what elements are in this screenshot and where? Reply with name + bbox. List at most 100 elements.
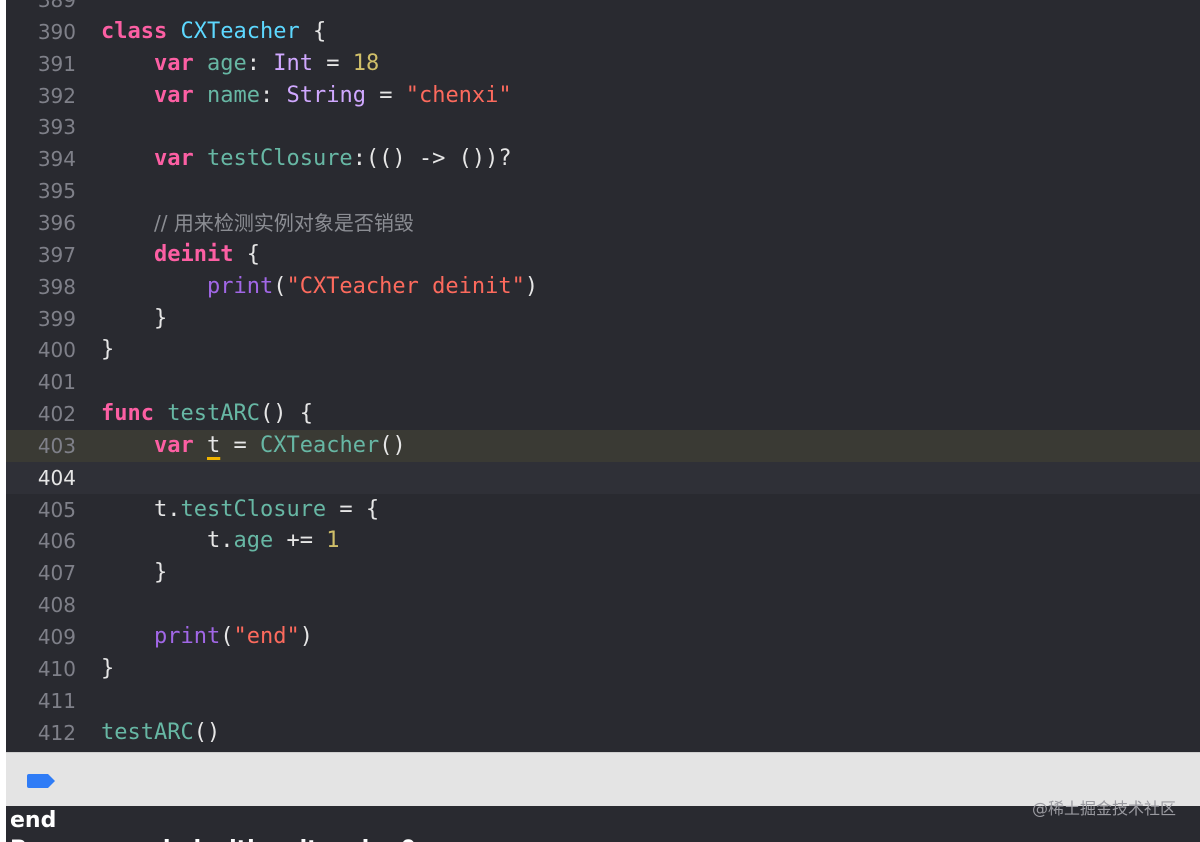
code-token: () (379, 432, 406, 458)
code-token: :(() -> ())? (352, 146, 512, 172)
line-number: 406 (37, 529, 76, 554)
line-number: 412 (37, 720, 76, 745)
code-token: testClosure (206, 146, 353, 172)
code-line[interactable]: 395 (6, 175, 1200, 207)
code-text: } (101, 653, 114, 685)
code-line[interactable]: 394 var testClosure:(() -> ())? (6, 143, 1200, 175)
code-token: var (153, 146, 194, 172)
code-token: Int (273, 50, 313, 76)
code-text: class CXTeacher { (101, 16, 326, 48)
code-token: "chenxi" (405, 82, 512, 108)
line-number: 397 (37, 242, 76, 267)
line-number: 392 (37, 83, 76, 108)
line-number: 403 (37, 433, 76, 458)
code-token: ) (524, 273, 539, 299)
line-number: 393 (37, 115, 76, 140)
code-text: var age: Int = 18 (101, 48, 379, 80)
code-token: ( (273, 273, 287, 299)
line-number: 399 (37, 306, 76, 331)
code-line[interactable]: 412 testARC() (6, 717, 1200, 749)
code-line[interactable]: 411 (6, 685, 1200, 717)
code-token: : (259, 82, 287, 108)
code-token: CXTeacher (259, 432, 380, 458)
watermark: @稀土掘金技术社区 (1031, 799, 1176, 818)
code-line[interactable]: 400} (6, 334, 1200, 366)
code-token: += (273, 528, 327, 554)
code-token: ( (220, 624, 234, 649)
line-number: 407 (37, 561, 76, 586)
code-token: () { (259, 401, 313, 427)
code-token: name (206, 82, 260, 108)
code-text: t.testClosure = { (101, 494, 379, 526)
line-number: 401 (37, 370, 76, 395)
line-number: 396 (37, 210, 76, 235)
line-number: 411 (37, 688, 76, 713)
code-token: class (101, 18, 168, 44)
code-token: // 用来检测实例对象是否销毁 (153, 210, 414, 235)
code-line[interactable]: 389 (6, 0, 1200, 16)
code-token: 18 (352, 50, 380, 76)
code-line[interactable]: 406 t.age += 1 (6, 525, 1200, 557)
code-token: print (206, 273, 274, 299)
line-number: 398 (37, 274, 76, 299)
code-text: // 用来检测实例对象是否销毁 (101, 207, 414, 240)
code-line[interactable]: 390 class CXTeacher { (6, 16, 1200, 48)
code-token: = (365, 82, 406, 108)
code-line[interactable]: 404 (6, 461, 1200, 494)
code-editor[interactable]: 389 390 class CXTeacher {391 var age: Int … (6, 0, 1200, 752)
code-text: func testARC() { (101, 398, 313, 430)
code-text: print("end") (101, 621, 313, 653)
code-token: = (220, 432, 260, 458)
code-token: "CXTeacher deinit" (286, 273, 525, 299)
breakpoint-toggle-icon[interactable] (26, 773, 56, 789)
code-line[interactable]: 399 } (6, 303, 1200, 335)
code-line[interactable]: 402 func testARC() { (6, 398, 1200, 430)
line-number: 400 (37, 338, 76, 363)
code-token: var (153, 82, 194, 108)
line-number: 402 (37, 402, 76, 427)
code-token: age (233, 528, 274, 554)
console-output[interactable]: end Program ended with exit code: 0 (6, 806, 1200, 842)
code-token: 1 (326, 528, 340, 554)
code-line[interactable]: 407 } (6, 557, 1200, 589)
code-line[interactable]: 405 t.testClosure = { (6, 494, 1200, 526)
code-line[interactable]: 398 print("CXTeacher deinit") (6, 271, 1200, 303)
code-token: "end" (233, 624, 300, 649)
code-text: } (101, 303, 167, 335)
code-line[interactable]: 393 (6, 111, 1200, 143)
line-number: 391 (37, 51, 76, 76)
code-token: ) (299, 624, 313, 649)
code-token: testARC (101, 719, 194, 745)
code-line[interactable]: 391 var age: Int = 18 (6, 48, 1200, 80)
code-token: testARC (167, 401, 260, 427)
code-line[interactable]: 392 var name: String = "chenxi" (6, 80, 1200, 112)
code-token: CXTeacher (180, 18, 300, 44)
code-token: t (206, 432, 221, 458)
code-line[interactable]: 408 (6, 589, 1200, 621)
code-token: var (153, 50, 194, 76)
code-line[interactable]: 410} (6, 653, 1200, 685)
code-text: print("CXTeacher deinit") (101, 271, 538, 303)
code-token: t. (101, 528, 234, 554)
code-token: t. (101, 496, 181, 522)
code-token: age (206, 50, 247, 76)
code-line[interactable]: 397 deinit { (6, 239, 1200, 271)
console-line: end (10, 808, 57, 833)
code-line[interactable]: 409 print("end") (6, 621, 1200, 653)
code-token: = { (326, 496, 380, 522)
code-text: testARC() (101, 717, 220, 749)
line-number: 389 (37, 0, 76, 12)
line-number: 409 (37, 625, 76, 649)
code-line[interactable]: 401 (6, 366, 1200, 398)
code-line[interactable]: 403 var t = CXTeacher() (6, 429, 1200, 462)
code-line[interactable]: 396 // 用来检测实例对象是否销毁 (6, 207, 1200, 239)
